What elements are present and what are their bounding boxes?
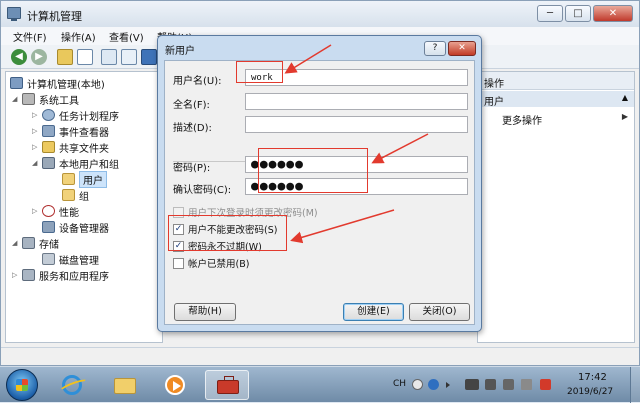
dialog-help-button[interactable]: ? bbox=[424, 41, 446, 56]
expand-arrow-icon[interactable]: ▷ bbox=[32, 127, 42, 135]
collapse-arrow-icon[interactable]: ◢ bbox=[32, 159, 42, 167]
properties-icon[interactable] bbox=[141, 49, 157, 65]
password-label: 密码(P): bbox=[173, 163, 211, 174]
help-button[interactable]: 帮助(H) bbox=[174, 303, 236, 321]
disk-icon bbox=[42, 253, 55, 265]
language-indicator[interactable]: CH bbox=[393, 379, 406, 389]
back-arrow-icon[interactable]: ◀ bbox=[11, 49, 27, 65]
tree-item-users[interactable]: 用户 bbox=[52, 170, 107, 188]
taskbar: CH 17:42 2019/6/27 bbox=[0, 366, 640, 403]
vm-icon[interactable] bbox=[465, 379, 479, 390]
taskbar-file-explorer[interactable] bbox=[103, 370, 147, 400]
users-icon bbox=[42, 157, 55, 169]
annotation-box-passwords bbox=[258, 148, 368, 193]
status-bar bbox=[1, 347, 639, 365]
actions-header: 操作 bbox=[478, 72, 634, 90]
clock-date[interactable]: 2019/6/27 bbox=[567, 387, 613, 397]
clock-time[interactable]: 17:42 bbox=[578, 372, 607, 383]
fullname-label: 全名(F): bbox=[173, 100, 210, 111]
actions-pane: 操作 用户 ▲ 更多操作 ▶ bbox=[477, 71, 635, 343]
menu-action[interactable]: 操作(A) bbox=[61, 29, 96, 44]
account-disabled-checkbox[interactable]: 帐户已禁用(B) bbox=[173, 256, 249, 270]
media-player-icon bbox=[165, 375, 185, 395]
folder-icon bbox=[114, 378, 136, 394]
device-manager-icon bbox=[42, 221, 55, 233]
tree-item-disk-management[interactable]: 磁盘管理 bbox=[32, 251, 99, 267]
folder-icon bbox=[62, 189, 75, 201]
ime-icon[interactable] bbox=[412, 379, 423, 390]
window-title: 计算机管理 bbox=[27, 10, 82, 23]
annotation-box-checkboxes bbox=[168, 215, 287, 251]
submenu-arrow-icon[interactable]: ▶ bbox=[622, 112, 628, 121]
confirm-password-label: 确认密码(C): bbox=[173, 185, 232, 196]
tree-item-device-manager[interactable]: 设备管理器 bbox=[32, 219, 109, 235]
close-dialog-button[interactable]: 关闭(O) bbox=[409, 303, 470, 321]
tray-expand-icon[interactable] bbox=[446, 382, 454, 388]
menu-file[interactable]: 文件(F) bbox=[13, 29, 47, 44]
taskbar-internet-explorer[interactable] bbox=[50, 370, 94, 400]
toolbox-icon bbox=[217, 376, 239, 394]
description-input[interactable] bbox=[245, 116, 468, 133]
expand-arrow-icon[interactable]: ▷ bbox=[32, 207, 42, 215]
tools-icon bbox=[22, 93, 35, 105]
computer-icon bbox=[10, 77, 23, 89]
annotation-box-username bbox=[236, 61, 283, 83]
storage-icon bbox=[22, 237, 35, 249]
fullname-input[interactable] bbox=[245, 93, 468, 110]
tree-item-groups[interactable]: 组 bbox=[52, 187, 89, 203]
export-list-icon[interactable] bbox=[121, 49, 137, 65]
expand-arrow-icon[interactable]: ▷ bbox=[32, 143, 42, 151]
internet-explorer-icon bbox=[62, 375, 82, 395]
services-icon bbox=[22, 269, 35, 281]
taskbar-media-player[interactable] bbox=[153, 370, 197, 400]
refresh-icon[interactable] bbox=[101, 49, 117, 65]
performance-icon bbox=[42, 205, 55, 217]
actions-section-users[interactable]: 用户 ▲ bbox=[478, 91, 634, 108]
network-icon[interactable] bbox=[485, 379, 496, 390]
tree-item-performance[interactable]: ▷ 性能 bbox=[32, 203, 79, 219]
tree-item-storage[interactable]: ◢ 存储 bbox=[12, 235, 59, 251]
menu-view[interactable]: 查看(V) bbox=[109, 29, 144, 44]
display-icon[interactable] bbox=[521, 379, 532, 390]
minimize-button[interactable]: ─ bbox=[537, 5, 563, 22]
title-bar[interactable]: 计算机管理 ─ □ ✕ bbox=[1, 1, 639, 27]
forward-arrow-icon[interactable]: ▶ bbox=[31, 49, 47, 65]
tree-item-system-tools[interactable]: ◢ 系统工具 bbox=[12, 91, 79, 107]
event-viewer-icon bbox=[42, 125, 55, 137]
collapse-caret-icon[interactable]: ▲ bbox=[622, 93, 628, 102]
description-label: 描述(D): bbox=[173, 123, 212, 134]
dialog-close-button[interactable]: ✕ bbox=[448, 41, 476, 56]
console-tree: 计算机管理(本地) ◢ 系统工具 ▷ 任务计划程序 ▷ 事件查看器 ▷ 共享文件… bbox=[5, 71, 163, 343]
warning-flag-icon[interactable] bbox=[540, 379, 551, 390]
shared-folder-icon bbox=[42, 141, 55, 153]
folder-icon bbox=[62, 173, 75, 185]
up-folder-icon[interactable] bbox=[57, 49, 73, 65]
show-hide-tree-icon[interactable] bbox=[77, 49, 93, 65]
taskbar-computer-management[interactable] bbox=[205, 370, 249, 400]
close-button[interactable]: ✕ bbox=[593, 5, 633, 22]
maximize-button[interactable]: □ bbox=[565, 5, 591, 22]
tree-item-services-applications[interactable]: ▷ 服务和应用程序 bbox=[12, 267, 109, 283]
more-actions-link[interactable]: 更多操作 bbox=[502, 112, 542, 127]
tree-item-local-users-groups[interactable]: ◢ 本地用户和组 bbox=[32, 155, 119, 171]
username-label: 用户名(U): bbox=[173, 76, 222, 87]
expand-arrow-icon[interactable]: ▷ bbox=[32, 111, 42, 119]
expand-arrow-icon[interactable]: ▷ bbox=[12, 271, 22, 279]
show-desktop-button[interactable] bbox=[630, 367, 640, 403]
tree-item-event-viewer[interactable]: ▷ 事件查看器 bbox=[32, 123, 109, 139]
collapse-arrow-icon[interactable]: ◢ bbox=[12, 95, 22, 103]
tree-item-shared-folders[interactable]: ▷ 共享文件夹 bbox=[32, 139, 109, 155]
action-center-icon[interactable] bbox=[503, 379, 514, 390]
collapse-arrow-icon[interactable]: ◢ bbox=[12, 239, 22, 247]
help-circle-icon[interactable] bbox=[428, 379, 439, 390]
tree-item-computer-management[interactable]: 计算机管理(本地) bbox=[10, 75, 105, 91]
computer-management-icon bbox=[7, 7, 21, 21]
start-button[interactable] bbox=[6, 369, 38, 401]
create-button[interactable]: 创建(E) bbox=[343, 303, 404, 321]
dialog-title: 新用户 bbox=[165, 46, 195, 57]
clock-icon bbox=[42, 109, 55, 121]
tree-item-task-scheduler[interactable]: ▷ 任务计划程序 bbox=[32, 107, 119, 123]
